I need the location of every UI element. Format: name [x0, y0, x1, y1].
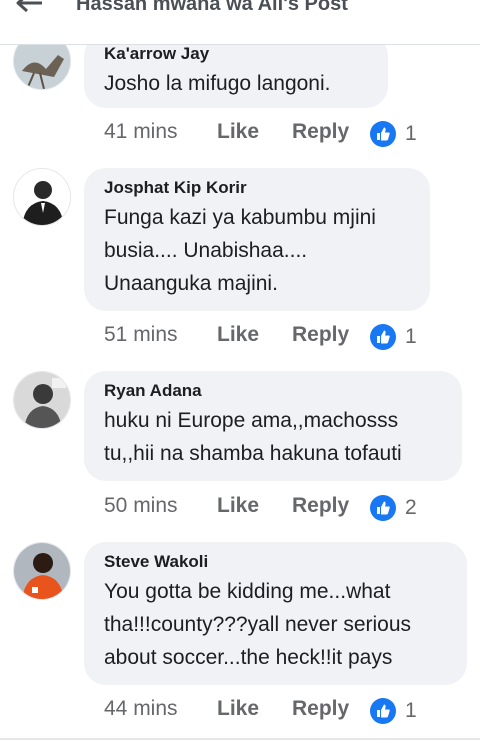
- reply-button[interactable]: Reply: [292, 494, 349, 518]
- comment-time[interactable]: 44 mins: [104, 697, 178, 721]
- reaction-summary[interactable]: 1: [370, 324, 417, 350]
- comment-author[interactable]: Josphat Kip Korir: [104, 178, 416, 198]
- arrow-left-icon: [16, 0, 42, 13]
- comment-text: Funga kazi ya kabumbu mjini busia.... Un…: [104, 206, 376, 295]
- post-header: Hassan mwana wa Ali's Post: [0, 0, 480, 45]
- reaction-summary[interactable]: 1: [370, 698, 417, 724]
- reaction-summary[interactable]: 2: [370, 495, 417, 521]
- divider: [0, 738, 480, 740]
- comment-author[interactable]: Ryan Adana: [104, 381, 448, 401]
- thumbs-up-icon: [370, 698, 396, 724]
- comment-bubble[interactable]: Ka'arrow Jay Josho la mifugo langoni.: [84, 34, 388, 108]
- reaction-count: 1: [405, 699, 417, 722]
- comment-author[interactable]: Steve Wakoli: [104, 552, 453, 572]
- comment-author[interactable]: Ka'arrow Jay: [104, 44, 374, 64]
- comment-time[interactable]: 50 mins: [104, 494, 178, 518]
- thumbs-up-icon: [370, 495, 396, 521]
- comment-bubble[interactable]: Steve Wakoli You gotta be kidding me...w…: [84, 542, 467, 685]
- like-button[interactable]: Like: [217, 323, 259, 347]
- comment-text: You gotta be kidding me...what tha!!!cou…: [104, 580, 412, 669]
- avatar[interactable]: [13, 371, 71, 429]
- avatar[interactable]: [13, 168, 71, 226]
- comment-text: Josho la mifugo langoni.: [104, 72, 331, 95]
- comment-bubble[interactable]: Josphat Kip Korir Funga kazi ya kabumbu …: [84, 168, 430, 311]
- thumbs-up-icon: [370, 121, 396, 147]
- page-title: Hassan mwana wa Ali's Post: [76, 0, 348, 15]
- comment-time[interactable]: 41 mins: [104, 120, 178, 144]
- like-button[interactable]: Like: [217, 494, 259, 518]
- avatar[interactable]: [13, 542, 71, 600]
- reply-button[interactable]: Reply: [292, 697, 349, 721]
- reply-button[interactable]: Reply: [292, 323, 349, 347]
- like-button[interactable]: Like: [217, 120, 259, 144]
- comment-text: huku ni Europe ama,,machosss tu,,hii na …: [104, 409, 402, 465]
- like-button[interactable]: Like: [217, 697, 259, 721]
- thumbs-up-icon: [370, 324, 396, 350]
- comment-bubble[interactable]: Ryan Adana huku ni Europe ama,,machosss …: [84, 371, 462, 481]
- reaction-count: 1: [405, 122, 417, 145]
- reaction-summary[interactable]: 1: [370, 121, 417, 147]
- reaction-count: 2: [405, 496, 417, 519]
- reaction-count: 1: [405, 325, 417, 348]
- back-button[interactable]: [14, 0, 54, 22]
- reply-button[interactable]: Reply: [292, 120, 349, 144]
- comment-time[interactable]: 51 mins: [104, 323, 178, 347]
